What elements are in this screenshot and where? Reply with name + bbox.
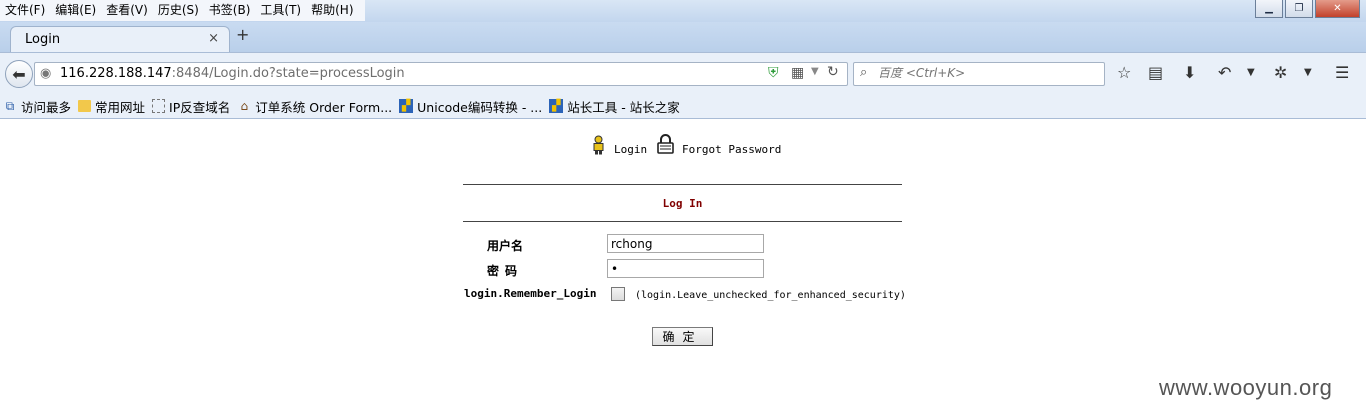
bookmarks-toolbar: ⧉ 访问最多 常用网址 IP反查域名 ⌂ 订单系统 Order Form... … <box>0 94 1366 119</box>
globe-icon: ◉ <box>40 66 52 81</box>
form-heading: Log In <box>662 197 703 210</box>
bookmark-order-form[interactable]: ⌂ 订单系统 Order Form... <box>237 97 392 116</box>
menu-history[interactable]: 历史(S) <box>153 0 204 21</box>
site-icon: ▞ <box>399 99 414 113</box>
new-tab-icon[interactable]: + <box>236 27 249 43</box>
tab-title: Login <box>25 32 61 47</box>
divider <box>463 184 902 185</box>
minimize-icon[interactable]: ▁ <box>1255 0 1283 18</box>
bookmark-label: 订单系统 Order Form... <box>255 99 393 115</box>
bookmark-chinaz[interactable]: ▞ 站长工具 - 站长之家 <box>549 97 680 116</box>
chevron-down-icon[interactable]: ▼ <box>1247 63 1255 83</box>
lock-icon <box>657 134 674 154</box>
password-label: 密码 <box>487 264 524 278</box>
submit-button[interactable]: 确定 <box>652 327 713 346</box>
url-path: :8484/Login.do?state=processLogin <box>171 66 405 81</box>
title-bar: 文件(F) 编辑(E) 查看(V) 历史(S) 书签(B) 工具(T) 帮助(H… <box>0 0 1366 22</box>
remember-login-checkbox[interactable] <box>611 287 625 301</box>
bookmark-ip-reverse[interactable]: IP反查域名 <box>152 97 230 116</box>
bookmark-label: 站长工具 - 站长之家 <box>567 99 680 115</box>
url-host: 116.228.188.147 <box>60 66 172 81</box>
chevron-down-icon[interactable]: ▼ <box>811 66 819 77</box>
tab-close-icon[interactable]: × <box>208 31 219 46</box>
page-content: Login Forgot Password Log In 用户名 密码 logi… <box>0 119 1366 417</box>
username-input[interactable] <box>607 234 764 253</box>
navigation-bar: ⬅ ◉ 116.228.188.147:8484/Login.do?state=… <box>0 52 1366 94</box>
username-label: 用户名 <box>487 239 524 253</box>
login-link[interactable]: Login <box>614 143 647 156</box>
site-icon: ▞ <box>549 99 564 113</box>
bookmark-most-visited[interactable]: ⧉ 访问最多 <box>3 97 71 116</box>
undo-icon[interactable]: ↶ <box>1218 63 1231 83</box>
reading-list-icon[interactable]: ▤ <box>1148 63 1163 83</box>
menu-view[interactable]: 查看(V) <box>101 0 153 21</box>
bookmark-icon: ⧉ <box>5 99 15 113</box>
url-text[interactable]: 116.228.188.147:8484/Login.do?state=proc… <box>60 66 405 81</box>
tab-strip: Login × <box>0 22 1366 53</box>
menu-bar: 文件(F) 编辑(E) 查看(V) 历史(S) 书签(B) 工具(T) 帮助(H… <box>0 0 365 21</box>
menu-icon[interactable]: ☰ <box>1335 63 1349 83</box>
bug-icon[interactable]: ✲ <box>1274 63 1287 83</box>
bookmark-common-sites[interactable]: 常用网址 <box>78 97 145 116</box>
reload-icon[interactable]: ↻ <box>827 64 839 80</box>
menu-edit[interactable]: 编辑(E) <box>50 0 101 21</box>
tab-login[interactable]: Login × <box>10 26 230 53</box>
chevron-down-icon[interactable]: ▼ <box>1304 63 1312 83</box>
menu-bookmarks[interactable]: 书签(B) <box>204 0 256 21</box>
bookmark-label: 常用网址 <box>95 99 146 115</box>
home-icon: ⌂ <box>240 99 249 113</box>
address-bar[interactable]: ◉ 116.228.188.147:8484/Login.do?state=pr… <box>34 62 848 86</box>
search-bar: ⌕ <box>853 62 1105 86</box>
back-icon[interactable]: ⬅ <box>5 60 33 88</box>
menu-tools[interactable]: 工具(T) <box>255 0 306 21</box>
folder-icon <box>78 100 92 112</box>
bookmark-label: IP反查域名 <box>169 99 231 115</box>
divider <box>463 221 902 222</box>
close-icon[interactable]: ✕ <box>1315 0 1360 18</box>
menu-file[interactable]: 文件(F) <box>0 0 50 21</box>
remember-login-label: login.Remember_Login <box>464 287 597 300</box>
page-icon <box>152 99 166 113</box>
search-input[interactable] <box>878 66 1098 80</box>
shield-icon[interactable]: ⛨ <box>768 65 779 81</box>
forgot-password-link[interactable]: Forgot Password <box>682 143 781 156</box>
star-icon[interactable]: ☆ <box>1117 63 1131 83</box>
maximize-icon[interactable]: ❐ <box>1285 0 1313 18</box>
watermark: www.wooyun.org <box>1159 375 1333 400</box>
search-icon[interactable]: ⌕ <box>860 65 867 80</box>
menu-help[interactable]: 帮助(H) <box>306 0 358 21</box>
password-input[interactable] <box>607 259 764 278</box>
user-icon <box>593 135 604 155</box>
qr-code-icon[interactable]: ▦ <box>791 65 804 81</box>
bookmark-unicode[interactable]: ▞ Unicode编码转换 - ... <box>399 97 542 116</box>
window-controls: ▁ ❐ ✕ <box>1255 0 1360 18</box>
download-icon[interactable]: ⬇ <box>1183 63 1196 83</box>
remember-login-hint: (login.Leave_unchecked_for_enhanced_secu… <box>635 290 906 301</box>
bookmark-label: 访问最多 <box>21 99 72 115</box>
bookmark-label: Unicode编码转换 - ... <box>417 99 543 115</box>
